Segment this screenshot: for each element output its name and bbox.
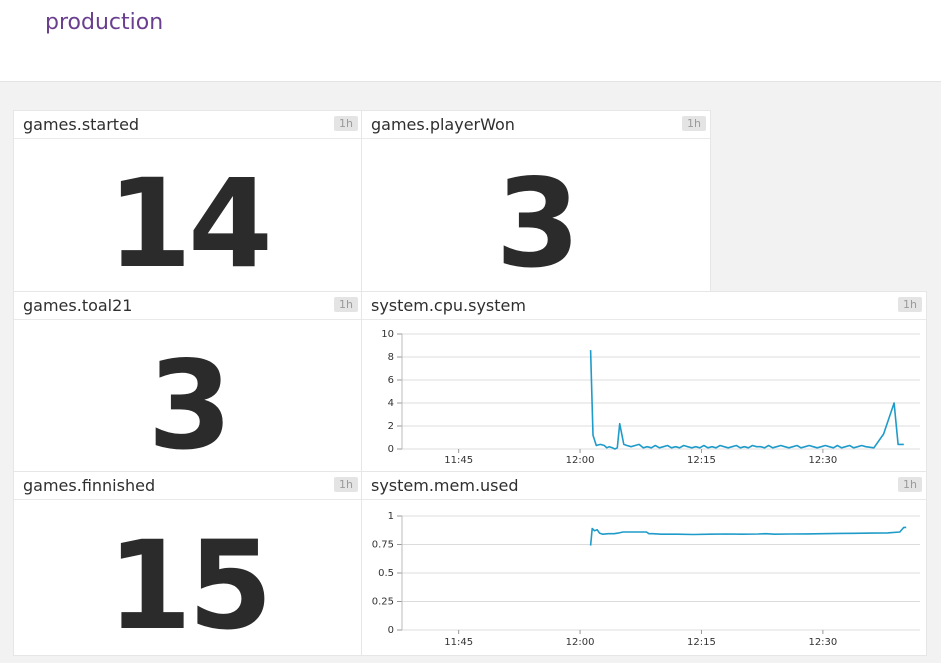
dashboard-title: production	[45, 10, 164, 35]
x-tick-label: 12:15	[687, 455, 716, 466]
y-tick-label: 10	[381, 329, 394, 340]
y-tick-label: 0	[388, 625, 394, 636]
dashboard-header: production	[0, 0, 941, 82]
x-tick-label: 12:00	[566, 637, 595, 648]
widget-header: system.mem.used 1h	[362, 472, 926, 500]
series-line	[589, 350, 904, 450]
widget-games-finnished[interactable]: games.finnished 1h 15	[14, 472, 362, 657]
y-tick-label: 0.25	[372, 597, 394, 608]
x-tick-label: 11:45	[444, 637, 473, 648]
y-tick-label: 0.5	[378, 568, 394, 579]
y-tick-label: 4	[388, 398, 394, 409]
y-tick-label: 1	[388, 511, 394, 522]
series-line	[589, 526, 907, 546]
cpu-line-chart[interactable]: 0 2 4 6 8 10 11:45 12:00 12:15 12:30	[362, 320, 926, 472]
query-value: 3	[147, 335, 233, 477]
query-value: 3	[495, 153, 581, 295]
widget-mem-used[interactable]: system.mem.used 1h 0 0.25 0.5 0.75 1 11:45 12:…	[362, 472, 926, 655]
y-tick-label: 0.75	[372, 540, 394, 551]
widget-header: games.playerWon 1h	[362, 111, 710, 139]
widget-title: system.mem.used	[371, 476, 519, 495]
timeframe-badge: 1h	[898, 297, 922, 312]
widget-title: system.cpu.system	[371, 296, 526, 315]
timeframe-badge: 1h	[682, 116, 706, 131]
mem-line-chart[interactable]: 0 0.25 0.5 0.75 1 11:45 12:00 12:15 12:30	[362, 500, 926, 655]
timeframe-badge: 1h	[334, 477, 358, 492]
x-tick-label: 12:00	[566, 455, 595, 466]
query-value: 14	[107, 153, 273, 295]
widget-header: games.toal21 1h	[14, 292, 362, 320]
widget-header: system.cpu.system 1h	[362, 292, 926, 320]
x-tick-label: 12:30	[808, 455, 837, 466]
widget-games-toal21[interactable]: games.toal21 1h 3	[14, 292, 362, 477]
widget-cpu-system[interactable]: system.cpu.system 1h 0 2 4 6 8 10 11:45 12:00 12…	[362, 292, 926, 472]
widget-title: games.started	[23, 115, 140, 134]
query-value: 15	[107, 515, 273, 657]
x-tick-label: 11:45	[444, 455, 473, 466]
x-tick-label: 12:15	[687, 637, 716, 648]
widget-title: games.toal21	[23, 296, 133, 315]
timeframe-badge: 1h	[334, 297, 358, 312]
y-tick-label: 2	[388, 421, 394, 432]
widget-games-started[interactable]: games.started 1h 14	[14, 111, 362, 295]
timeframe-badge: 1h	[334, 116, 358, 131]
widget-title: games.playerWon	[371, 115, 515, 134]
widget-header: games.finnished 1h	[14, 472, 362, 500]
y-tick-label: 8	[388, 352, 394, 363]
widget-title: games.finnished	[23, 476, 156, 495]
x-tick-label: 12:30	[808, 637, 837, 648]
y-tick-label: 0	[388, 444, 394, 455]
timeframe-badge: 1h	[898, 477, 922, 492]
y-tick-label: 6	[388, 375, 394, 386]
widget-games-playerwon[interactable]: games.playerWon 1h 3	[362, 111, 710, 295]
widget-header: games.started 1h	[14, 111, 362, 139]
